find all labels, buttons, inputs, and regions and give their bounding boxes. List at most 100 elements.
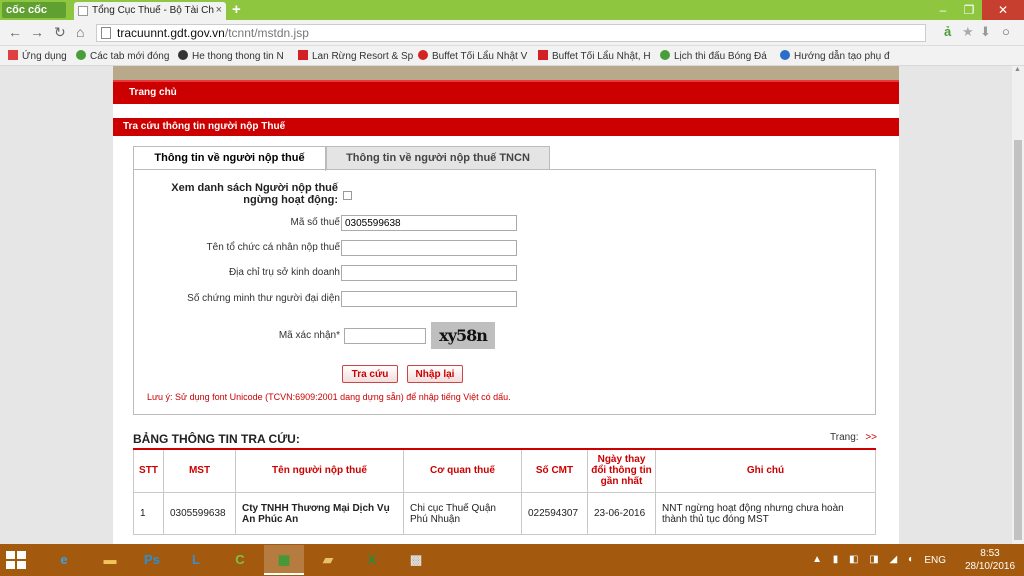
unicode-note: Lưu ý: Sử dụng font Unicode (TCVN:6909:2… (147, 392, 511, 402)
id-number-label: Số chứng minh thư người đại diện (187, 293, 340, 304)
download-icon[interactable]: ⬇ (980, 24, 991, 40)
page-icon (101, 27, 111, 39)
store-icon[interactable]: ▦ (264, 545, 304, 575)
windows-taskbar: e ▬ Ps L C ▦ ▰ X ▩ ▲ ▮ ◧ ◨ ◢ ◐ ENG 8:53 … (0, 544, 1024, 576)
site-content: Trang chủ Tra cứu thông tin người nộp Th… (113, 66, 899, 544)
close-window-button[interactable]: ✕ (982, 0, 1024, 20)
reset-button[interactable]: Nhập lại (407, 365, 463, 383)
captcha-label: Mã xác nhận* (278, 330, 340, 341)
pager-label: Trang: (830, 432, 859, 443)
photoshop-icon[interactable]: Ps (132, 545, 172, 575)
table-top-rule (133, 448, 876, 450)
menu-home-link[interactable]: Trang chủ (129, 87, 177, 98)
panel-title: Tra cứu thông tin người nộp Thuế (113, 118, 899, 136)
start-button[interactable] (6, 551, 26, 569)
file-explorer-icon[interactable]: ▬ (90, 545, 130, 575)
table-row: 1 0305599638 Cty TNHH Thương Mại Dịch Vụ… (133, 492, 876, 535)
new-tab-button[interactable]: + (232, 1, 241, 18)
search-button[interactable]: Tra cứu (342, 365, 398, 383)
browser-titlebar: cốc cốc Tổng Cục Thuế - Bộ Tài Ch × + – … (0, 0, 1024, 20)
browser-brand-logo[interactable]: cốc cốc (2, 2, 66, 18)
page-viewport: Trang chủ Tra cứu thông tin người nộp Th… (0, 66, 1012, 544)
excel-icon[interactable]: X (352, 545, 392, 575)
tab-taxpayer-tncn[interactable]: Thông tin về người nộp thuế TNCN (326, 146, 550, 170)
history-icon (76, 50, 86, 60)
bookmark-item[interactable]: Lịch thi đấu Bóng Đá (660, 50, 767, 62)
clock[interactable]: 8:53 28/10/2016 (962, 547, 1018, 573)
inactive-list-label: Xem danh sách Người nộp thuế ngừng hoạt … (171, 182, 338, 206)
bookmark-item[interactable]: Ứng dụng (8, 50, 67, 62)
col-mst: MST (163, 448, 236, 493)
results-table: STT MST Tên người nộp thuế Cơ quan thuế … (133, 448, 876, 535)
scrollbar-thumb[interactable] (1014, 140, 1022, 540)
page-scrollbar[interactable]: ▲ (1012, 66, 1024, 544)
pin-icon (418, 50, 428, 60)
forward-arrow-icon[interactable]: → (30, 24, 44, 40)
bookmark-item[interactable]: Các tab mới đóng (76, 50, 169, 62)
cell-note: NNT ngừng hoạt động nhưng chưa hoàn thàn… (655, 492, 876, 535)
bookmark-item[interactable]: Lan Rừng Resort & Sp (298, 50, 413, 62)
col-tax-office: Cơ quan thuế (403, 448, 522, 493)
bookmarks-bar: Ứng dụng Các tab mới đóng He thong thong… (0, 46, 1024, 66)
inactive-list-checkbox[interactable] (343, 191, 352, 200)
folder-icon[interactable]: ▰ (308, 545, 348, 575)
minimize-button[interactable]: – (930, 0, 956, 20)
bookmark-item[interactable]: Hướng dẫn tạo phụ đ (780, 50, 890, 62)
translate-icon[interactable]: ả (944, 24, 951, 39)
name-input[interactable] (341, 240, 517, 256)
address-bar-row: ← → ↻ ⌂ tracuunnt.gdt.gov.vn/tcnnt/mstdn… (0, 20, 1024, 46)
address-input[interactable] (341, 265, 517, 281)
clock-date: 28/10/2016 (964, 561, 1016, 572)
page-favicon-icon (78, 6, 88, 16)
id-number-input[interactable] (341, 291, 517, 307)
results-title: BẢNG THÔNG TIN TRA CỨU: (133, 432, 300, 446)
home-icon[interactable]: ⌂ (76, 24, 84, 40)
back-arrow-icon[interactable]: ← (8, 24, 22, 40)
tab-close-icon[interactable]: × (216, 4, 222, 16)
cell-mst: 0305599638 (163, 492, 236, 535)
search-form: Xem danh sách Người nộp thuế ngừng hoạt … (133, 169, 876, 415)
lync-icon[interactable]: L (176, 545, 216, 575)
apps-grid-icon (8, 50, 18, 60)
col-note: Ghi chú (655, 448, 876, 493)
bookmark-item[interactable]: Buffet Tối Lẩu Nhật, H (538, 50, 651, 62)
tab-title: Tổng Cục Thuế - Bộ Tài Ch (92, 5, 214, 16)
guide-icon (780, 50, 790, 60)
menu-icon[interactable]: ○ (1002, 24, 1010, 39)
tax-code-input[interactable] (341, 215, 517, 231)
globe-icon (178, 50, 188, 60)
language-indicator[interactable]: ENG (924, 555, 946, 566)
pager-next-link[interactable]: >> (865, 432, 877, 443)
coccoc-icon[interactable]: C (220, 545, 260, 575)
scroll-up-icon[interactable]: ▲ (1014, 66, 1021, 73)
tax-code-label: Mã số thuế (290, 217, 340, 228)
internet-explorer-icon[interactable]: e (44, 545, 84, 575)
site-banner (113, 66, 899, 80)
h-logo-icon (538, 50, 548, 60)
cell-tax-office: Chi cục Thuế Quận Phú Nhuận (403, 492, 522, 535)
cell-taxpayer-name[interactable]: Cty TNHH Thương Mại Dịch Vụ An Phúc An (235, 492, 404, 535)
cell-last-changed: 23-06-2016 (587, 492, 656, 535)
maximize-button[interactable]: ❐ (956, 0, 982, 20)
h-logo-icon (298, 50, 308, 60)
captcha-input[interactable] (344, 328, 426, 344)
reload-icon[interactable]: ↻ (54, 24, 66, 41)
tray-icons[interactable]: ▲ ▮ ◧ ◨ ◢ ◐ (812, 554, 918, 565)
col-stt: STT (133, 448, 164, 493)
ball-icon (660, 50, 670, 60)
clock-time: 8:53 (980, 548, 1000, 559)
col-taxpayer-name: Tên người nộp thuế (235, 448, 404, 493)
bookmark-item[interactable]: Buffet Tối Lẩu Nhật V (418, 50, 527, 62)
url-field[interactable]: tracuunnt.gdt.gov.vn/tcnnt/mstdn.jsp (96, 24, 926, 42)
cell-stt: 1 (133, 492, 164, 535)
browser-tab[interactable]: Tổng Cục Thuế - Bộ Tài Ch × (74, 2, 226, 20)
url-host: tracuunnt.gdt.gov.vn (117, 26, 225, 40)
url-path: /tcnnt/mstdn.jsp (224, 26, 309, 40)
window-controls: – ❐ ✕ (930, 0, 1024, 20)
bookmark-item[interactable]: He thong thong tin N (178, 50, 284, 62)
star-icon[interactable]: ★ (962, 24, 974, 40)
tab-taxpayer-info[interactable]: Thông tin về người nộp thuế (133, 146, 326, 171)
network-icon[interactable]: ▩ (396, 545, 436, 575)
captcha-image: xy58n (431, 322, 495, 349)
cell-id-number: 022594307 (521, 492, 588, 535)
